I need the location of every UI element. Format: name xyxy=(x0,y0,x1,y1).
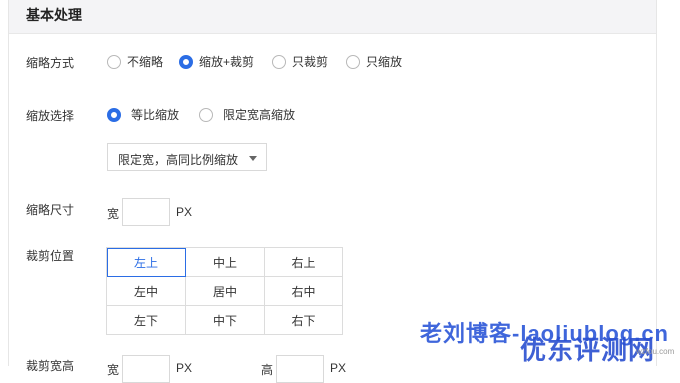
radio-checked-icon xyxy=(107,107,121,122)
radio-fixed-size-label: 限定宽高缩放 xyxy=(223,108,296,122)
crop-cell-middle-right[interactable]: 右中 xyxy=(265,277,342,306)
scale-select-radio-group: 等比缩放 限定宽高缩放 xyxy=(107,106,315,123)
crop-width-prefix: 宽 xyxy=(107,363,120,377)
crop-cell-bottom-right[interactable]: 右下 xyxy=(265,306,342,334)
crop-position-label: 裁剪位置 xyxy=(26,249,75,263)
thumb-size-unit: PX xyxy=(176,205,193,219)
radio-circle-icon xyxy=(346,54,361,69)
scale-mode-dropdown[interactable]: 限定宽，高同比例缩放 xyxy=(107,143,267,171)
thumb-width-input[interactable] xyxy=(122,198,170,226)
dropdown-value: 限定宽，高同比例缩放 xyxy=(118,153,239,167)
crop-cell-top-right[interactable]: 右上 xyxy=(265,248,342,277)
crop-position-grid: 左上 中上 右上 左中 居中 右中 左下 中下 右下 xyxy=(106,247,343,335)
scale-select-label: 缩放选择 xyxy=(26,109,75,123)
crop-cell-top-left[interactable]: 左上 xyxy=(107,248,186,277)
radio-checked-icon xyxy=(179,54,194,69)
radio-proportional[interactable]: 等比缩放 xyxy=(107,106,179,123)
basic-processing-panel: 基本处理 缩略方式 不缩略 缩放+裁剪 只裁剪 只缩放 缩放选择 等比缩放 限定… xyxy=(8,0,657,383)
radio-scale-crop[interactable]: 缩放+裁剪 xyxy=(179,53,254,70)
thumb-size-label: 缩略尺寸 xyxy=(26,203,75,217)
crop-cell-bottom-left[interactable]: 左下 xyxy=(107,306,186,334)
thumb-mode-radio-group: 不缩略 缩放+裁剪 只裁剪 只缩放 xyxy=(107,53,422,70)
radio-no-thumb[interactable]: 不缩略 xyxy=(107,53,163,70)
radio-proportional-label: 等比缩放 xyxy=(131,108,180,122)
crop-height-prefix: 高 xyxy=(261,363,274,377)
crop-cell-top-center[interactable]: 中上 xyxy=(186,248,265,277)
site-url-watermark: wzfou.com xyxy=(636,347,675,356)
radio-scale-only[interactable]: 只缩放 xyxy=(346,53,402,70)
radio-circle-icon xyxy=(272,54,287,69)
crop-cell-bottom-center[interactable]: 中下 xyxy=(186,306,265,334)
crop-cell-center[interactable]: 居中 xyxy=(186,277,265,306)
crop-width-input[interactable] xyxy=(122,355,170,383)
panel-title: 基本处理 xyxy=(26,7,82,23)
crop-height-input[interactable] xyxy=(276,355,324,383)
site-watermark: 优东评测网 xyxy=(520,335,656,365)
chevron-down-icon xyxy=(249,156,257,161)
radio-scale-only-label: 只缩放 xyxy=(366,55,403,69)
radio-crop-only[interactable]: 只裁剪 xyxy=(272,53,328,70)
thumb-mode-label: 缩略方式 xyxy=(26,56,75,70)
radio-scale-crop-label: 缩放+裁剪 xyxy=(199,55,255,69)
crop-width-unit: PX xyxy=(176,361,193,375)
radio-crop-only-label: 只裁剪 xyxy=(292,55,329,69)
width-prefix: 宽 xyxy=(107,207,120,221)
radio-fixed-size[interactable]: 限定宽高缩放 xyxy=(199,106,295,123)
panel-header: 基本处理 xyxy=(9,0,656,34)
radio-no-thumb-label: 不缩略 xyxy=(127,55,164,69)
radio-circle-icon xyxy=(199,107,214,122)
crop-cell-middle-left[interactable]: 左中 xyxy=(107,277,186,306)
crop-height-unit: PX xyxy=(330,361,347,375)
radio-circle-icon xyxy=(107,54,121,69)
